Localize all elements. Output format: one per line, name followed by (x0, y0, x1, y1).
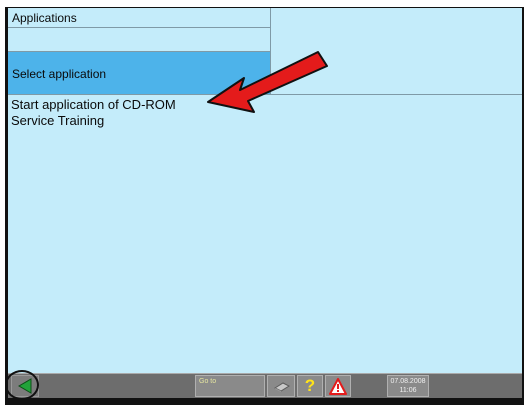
back-arrow-icon (18, 378, 32, 394)
printer-icon (274, 382, 290, 392)
date-time-display: 07.08.2008 11:06 (387, 375, 429, 397)
diagnostic-screen: Applications Select application Start ap… (8, 8, 522, 398)
print-button[interactable] (267, 375, 295, 397)
time-text: 11:06 (399, 387, 417, 394)
goto-button[interactable]: Go to (195, 375, 265, 397)
help-button[interactable]: ? (297, 375, 323, 397)
list-item-service-training[interactable]: Service Training (11, 113, 176, 129)
back-button[interactable] (11, 375, 39, 397)
application-list: Start application of CD-ROM Service Trai… (11, 97, 176, 129)
list-item-start-cdrom[interactable]: Start application of CD-ROM (11, 97, 176, 113)
page-title: Applications (8, 8, 270, 28)
warning-button[interactable] (325, 375, 351, 397)
annotation-arrow-icon (207, 51, 328, 113)
warning-icon (329, 378, 347, 395)
bottom-toolbar: Go to ? 07.08.2008 11:06 (8, 370, 522, 398)
date-text: 07.08.2008 (390, 378, 426, 385)
help-icon: ? (304, 376, 316, 395)
